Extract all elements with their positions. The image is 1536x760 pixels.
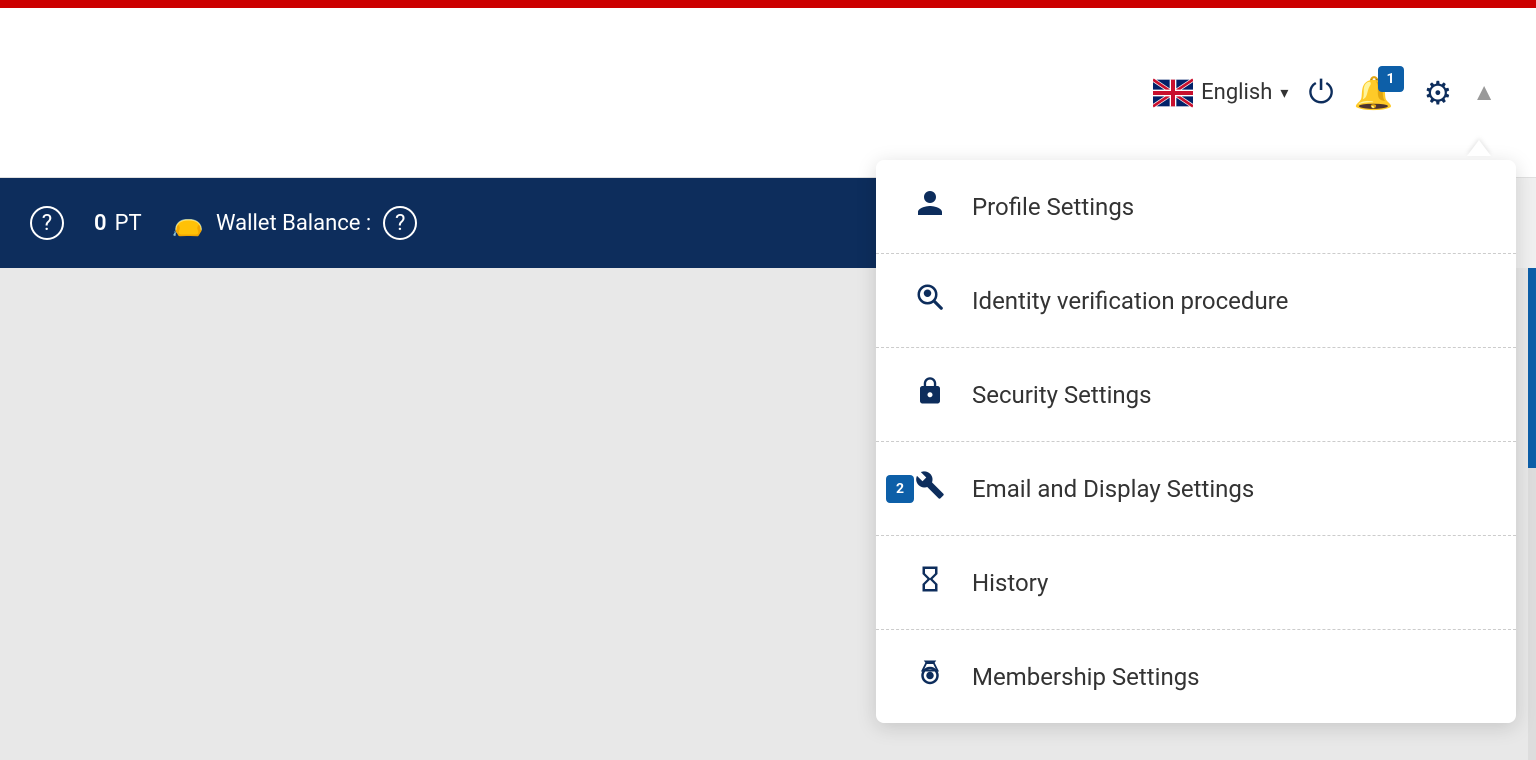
person-icon <box>912 188 948 225</box>
header-controls: English ▾ ⏻ 🔔 1 ⚙ ▲ <box>1153 73 1496 112</box>
menu-item-security-settings[interactable]: Security Settings <box>876 348 1516 442</box>
nav-help-icon[interactable]: ? <box>30 206 64 240</box>
points-value: 0 <box>94 211 107 236</box>
wallet-label: Wallet Balance : <box>216 211 371 236</box>
menu-badge-email-display-settings: 2 <box>886 475 914 503</box>
lock-icon <box>912 376 948 413</box>
nav-wallet: 👝 Wallet Balance : ? <box>172 206 418 240</box>
menu-item-history[interactable]: History <box>876 536 1516 630</box>
points-label: PT <box>115 211 142 236</box>
menu-item-label-history: History <box>972 569 1048 597</box>
language-chevron-icon: ▾ <box>1280 83 1288 102</box>
scrollbar-thumb <box>1528 268 1536 468</box>
help-label: ? <box>42 211 52 236</box>
notification-badge: 1 <box>1378 66 1404 92</box>
gear-icon: ⚙ <box>1424 74 1453 112</box>
wallet-help-icon[interactable]: ? <box>383 206 417 240</box>
search-person-icon <box>912 282 948 319</box>
menu-item-label-security-settings: Security Settings <box>972 381 1152 409</box>
menu-item-profile-settings[interactable]: Profile Settings <box>876 160 1516 254</box>
header: English ▾ ⏻ 🔔 1 ⚙ ▲ <box>0 8 1536 178</box>
menu-item-label-identity-verification: Identity verification procedure <box>972 287 1288 315</box>
menu-item-label-email-display-settings: Email and Display Settings <box>972 475 1254 503</box>
menu-item-membership-settings[interactable]: Membership Settings <box>876 630 1516 723</box>
menu-item-label-membership-settings: Membership Settings <box>972 663 1200 691</box>
power-button[interactable]: ⏻ <box>1308 73 1333 112</box>
language-selector[interactable]: English ▾ <box>1153 78 1288 108</box>
menu-item-identity-verification[interactable]: Identity verification procedure <box>876 254 1516 348</box>
scrollbar[interactable] <box>1528 268 1536 760</box>
chevron-up-icon: ▲ <box>1472 78 1496 107</box>
uk-flag-icon <box>1153 78 1193 108</box>
menu-item-email-display-settings[interactable]: 2 Email and Display Settings <box>876 442 1516 536</box>
menu-item-label-profile-settings: Profile Settings <box>972 193 1134 221</box>
dropdown-menu: Profile Settings Identity verification pr… <box>876 160 1516 723</box>
notifications-button[interactable]: 🔔 1 <box>1354 74 1394 112</box>
settings-button[interactable]: ⚙ <box>1424 74 1453 112</box>
dropdown-arrow <box>1467 140 1491 156</box>
wallet-help-label: ? <box>395 211 405 236</box>
nav-points: 0 PT <box>94 211 142 236</box>
language-label: English <box>1201 80 1272 105</box>
medal-icon <box>912 658 948 695</box>
power-icon: ⏻ <box>1308 73 1333 112</box>
hourglass-icon <box>912 564 948 601</box>
wallet-icon: 👝 <box>172 208 204 238</box>
nav-bar: ? 0 PT 👝 Wallet Balance : ? <box>0 178 876 268</box>
top-red-bar <box>0 0 1536 8</box>
wrench-icon <box>912 470 948 507</box>
collapse-button[interactable]: ▲ <box>1472 78 1496 107</box>
